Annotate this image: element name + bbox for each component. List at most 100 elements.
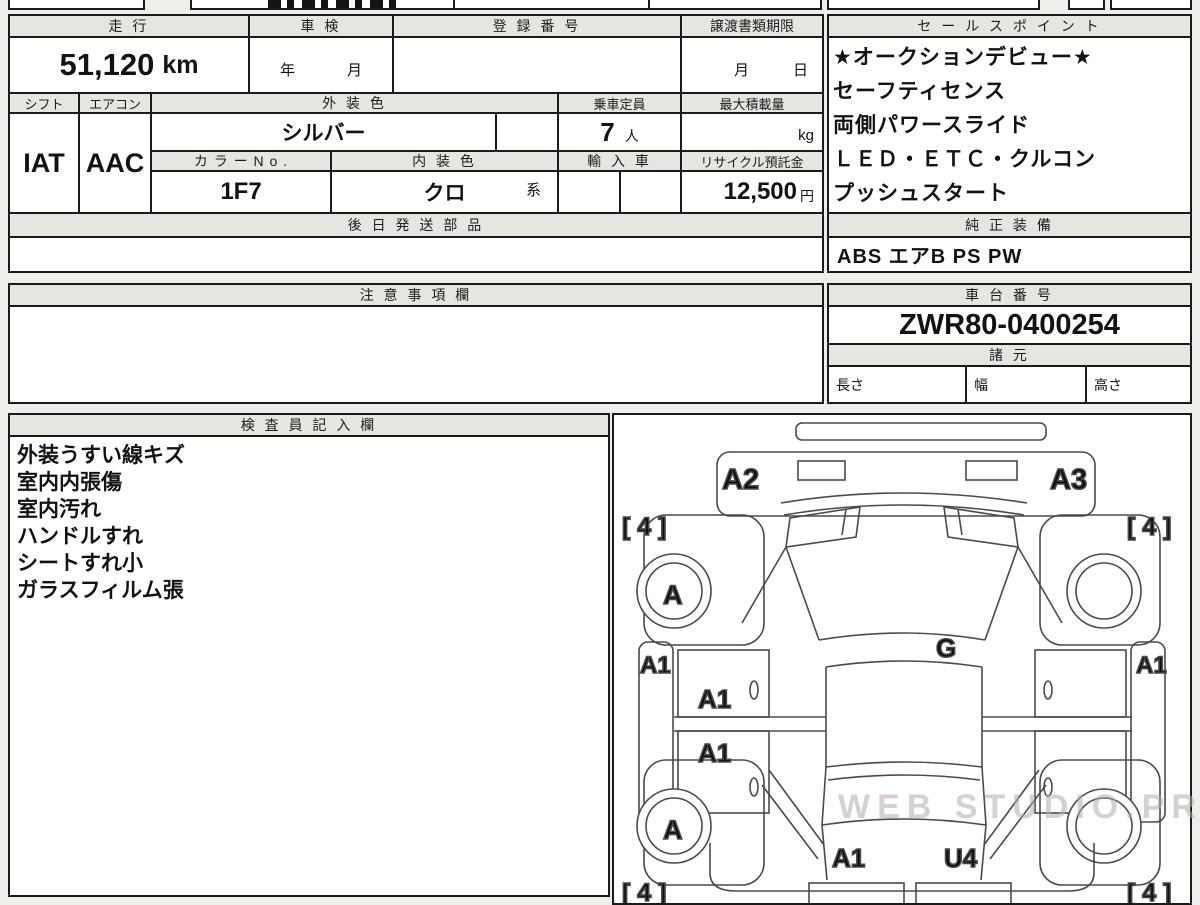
exterior-color-value-cell: シルバー	[150, 112, 497, 152]
damage-label-hatch-u4: U4	[944, 843, 978, 873]
tire-grade-rear-right: [ 4 ]	[1127, 879, 1171, 903]
bumper-vent-left	[797, 460, 846, 481]
belt-line-left	[674, 716, 826, 732]
transfer-month-label: 月	[733, 62, 749, 79]
damage-label-rocker-left: A1	[640, 652, 671, 679]
damage-label-door-upper: A1	[698, 684, 731, 714]
mileage-header-label: 走 行	[108, 18, 150, 34]
recycle-fee-value-cell: 12,500 円	[680, 170, 824, 214]
tire-grade-rear-left: [ 4 ]	[622, 879, 666, 903]
hatch-arc	[821, 818, 987, 826]
import-car-header-label: 輸 入 車	[587, 153, 652, 169]
max-load-unit: kg	[798, 127, 814, 144]
chassis-header-label: 車 台 番 号	[965, 287, 1054, 303]
tire-grade-front-right: [ 4 ]	[1127, 513, 1171, 541]
rear-window-arc-2	[827, 774, 981, 781]
sales-points-header: セ ー ル ス ポ イ ン ト	[827, 14, 1192, 38]
rear-bumper-tab-right	[915, 882, 1012, 903]
interior-color-value: クロ	[423, 182, 466, 205]
damage-label-wheel-front: A	[663, 580, 683, 610]
interior-color-header: 内 装 色	[330, 150, 559, 172]
wiper-left	[841, 508, 847, 536]
shaken-month-label: 月	[347, 62, 363, 79]
cabin-side-right	[981, 667, 987, 826]
registration-header: 登 録 番 号	[392, 14, 682, 38]
aircon-header: エアコン	[78, 92, 152, 114]
capacity-value-cell: 7 人	[557, 112, 682, 152]
max-load-header-label: 最大積載量	[719, 96, 785, 112]
cowl-arc	[818, 632, 986, 641]
capacity-header: 乗車定員	[557, 92, 682, 114]
door-handle	[749, 777, 759, 797]
damage-label-door-lower: A1	[698, 738, 731, 768]
wheel-rear-right	[1066, 788, 1142, 864]
specs-header: 諸 元	[827, 343, 1192, 367]
hood-side-right	[984, 546, 1019, 641]
cutoff-row-cell	[8, 0, 145, 10]
damage-label-hatch-a1: A1	[832, 843, 865, 873]
mileage-value: 51,120	[59, 47, 155, 82]
transfer-docs-value-cell: 月 日	[680, 36, 824, 94]
notes-header-label: 注 意 事 項 欄	[359, 287, 473, 303]
transfer-docs-header-label: 譲渡書類期限	[710, 18, 794, 34]
interior-color-suffix: 系	[525, 182, 541, 199]
interior-color-value-cell: クロ 系	[330, 170, 559, 214]
recycle-fee-value: 12,500	[723, 178, 797, 205]
windshield-top-arc	[780, 492, 1028, 504]
wiper-right	[957, 508, 963, 536]
shift-value-cell: IAT	[8, 112, 80, 214]
chassis-value: ZWR80-0400254	[899, 308, 1120, 341]
rear-window-arc-1	[825, 761, 983, 768]
inspector-body: 外装うすい線キズ 室内内張傷 室内汚れ ハンドルすれ シートすれ小 ガラスフィル…	[8, 435, 610, 897]
spec-height-cell: 高さ	[1085, 365, 1192, 404]
exterior-color-header-label: 外 装 色	[322, 95, 387, 111]
registration-header-label: 登 録 番 号	[492, 18, 582, 34]
later-parts-header: 後 日 発 送 部 品	[8, 212, 824, 238]
equipment-header: 純 正 装 備	[827, 212, 1192, 238]
mileage-header: 走 行	[8, 14, 250, 38]
roof-rack	[795, 422, 1047, 441]
auction-sheet: { "mileage": {"header": "走 行", "value": …	[0, 0, 1200, 905]
shift-header: シフト	[8, 92, 80, 114]
exterior-color-sub-cell	[495, 112, 559, 152]
transfer-docs-header: 譲渡書類期限	[680, 14, 824, 38]
cutoff-row-cell	[1110, 0, 1192, 10]
cabin-side-left	[821, 667, 827, 826]
cutoff-text-fragment	[268, 0, 398, 8]
equipment-value: ABS エアB PS PW	[837, 246, 1023, 268]
import-car-cell-1	[557, 170, 621, 214]
chassis-header: 車 台 番 号	[827, 283, 1192, 307]
max-load-header: 最大積載量	[680, 92, 824, 114]
inspector-line: 外装うすい線キズ	[17, 444, 185, 467]
mileage-value-cell: 51,120 km	[8, 36, 250, 94]
sales-point-item: ＬＥＤ・ＥＴＣ・クルコン	[833, 148, 1096, 171]
bumper-vent-right	[965, 460, 1018, 481]
inspector-line: シートすれ小	[17, 552, 143, 575]
capacity-value: 7	[600, 116, 615, 147]
import-car-header: 輸 入 車	[557, 150, 682, 172]
damage-label-g: G	[936, 633, 956, 663]
inspector-line: 室内汚れ	[17, 498, 101, 521]
hood-side-left	[785, 546, 820, 641]
cutoff-row-cell	[453, 0, 650, 10]
damage-label-a3: A3	[1050, 464, 1087, 496]
spec-height-label: 高さ	[1094, 376, 1122, 393]
transfer-day-label: 日	[792, 62, 808, 79]
aircon-value: AAC	[85, 147, 145, 178]
inspector-line: ハンドルすれ	[17, 525, 143, 548]
tire-grade-front-left: [ 4 ]	[622, 513, 666, 541]
cutoff-row-cell	[1068, 0, 1105, 10]
max-load-value-cell: kg	[680, 112, 824, 152]
color-no-value: 1F7	[220, 178, 262, 205]
cutoff-row-cell	[648, 0, 822, 10]
spec-width-cell: 幅	[965, 365, 1087, 404]
damage-label-wheel-rear: A	[663, 815, 683, 845]
shift-header-label: シフト	[24, 96, 64, 112]
inspector-header-label: 検 査 員 記 入 欄	[240, 417, 378, 433]
diagram-box: A2 A3 [ 4 ] [ 4 ] A A1 A1 A1 A1 G A A1 U…	[612, 413, 1192, 905]
recycle-fee-unit: 円	[800, 188, 814, 204]
color-no-header-label: カ ラ ー N o .	[193, 153, 289, 169]
later-parts-body	[8, 236, 824, 273]
belt-line-right	[982, 716, 1132, 732]
spec-length-label: 長さ	[836, 376, 864, 393]
